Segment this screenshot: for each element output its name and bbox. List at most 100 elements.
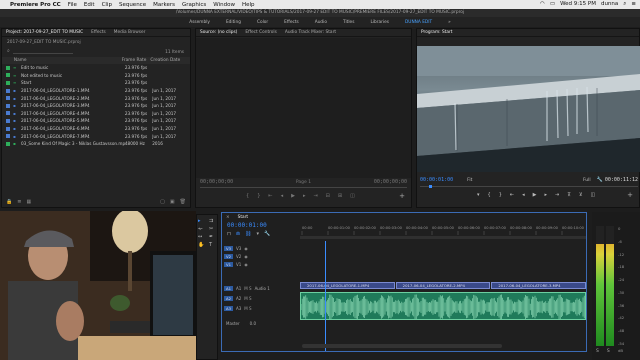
timeline-timecode[interactable]: 00:00:01:00 xyxy=(227,222,267,229)
master-volume[interactable]: 0.0 xyxy=(250,321,256,326)
mark-out-icon[interactable]: } xyxy=(257,193,260,199)
label-color-swatch[interactable] xyxy=(6,73,10,78)
menu-window[interactable]: Window xyxy=(213,2,235,8)
timeline-ruler[interactable]: 00:00 00:00:01:00 00:00:02:00 00:00:03:00 00… xyxy=(300,222,586,240)
type-tool-icon[interactable]: T xyxy=(209,242,218,248)
pen-tool-icon[interactable]: ✒ xyxy=(209,234,218,240)
track-target-toggle[interactable]: A1 xyxy=(224,286,234,291)
tab-sequence-start[interactable]: Start xyxy=(238,215,249,220)
insert-icon[interactable]: ⊟ xyxy=(326,193,330,199)
step-forward-icon[interactable]: ▸ xyxy=(303,193,306,199)
column-name[interactable]: Name xyxy=(14,58,122,63)
nest-icon[interactable]: ⊓ xyxy=(227,231,231,237)
step-back-icon[interactable]: ◂ xyxy=(522,192,525,198)
menu-list-icon[interactable]: ≡ xyxy=(631,1,636,8)
track-select-tool-icon[interactable]: ⇉ xyxy=(209,218,218,224)
project-list-item[interactable]: ▪ 2017-06-04_LEGOLATORE-5.MP4 23.976 fps Ju… xyxy=(2,117,190,125)
video-clip[interactable]: 2017-06-04_LEGOLATORE-3.MP4 xyxy=(491,282,587,289)
work-area-bar[interactable] xyxy=(300,236,586,239)
lock-icon[interactable]: 🔒 xyxy=(6,199,12,205)
label-color-swatch[interactable] xyxy=(6,88,10,93)
solo-right-button[interactable]: S xyxy=(607,349,610,354)
column-creation-date[interactable]: Creation Date xyxy=(150,58,190,63)
timeline-tracks-area[interactable]: 2017-06-04_LEGOLATORE-1.MP4 2017-06-04_L… xyxy=(300,241,587,351)
marker-icon[interactable]: ▾ xyxy=(477,192,480,198)
project-list-item[interactable]: ▪ 2017-06-04_LEGOLATORE-3.MP4 23.976 fps Ju… xyxy=(2,102,190,110)
search-icon[interactable]: ⌕ xyxy=(623,1,626,8)
lift-icon[interactable]: ⊼ xyxy=(567,192,571,198)
project-list-item[interactable]: ▪ 2017-06-04_LEGOLATORE-4.MP4 23.976 fps Ju… xyxy=(2,110,190,118)
project-search-input[interactable] xyxy=(12,49,73,54)
razor-tool-icon[interactable]: ✂ xyxy=(209,226,218,232)
program-video-frame[interactable] xyxy=(417,46,640,172)
selection-tool-icon[interactable]: ▸ xyxy=(198,218,207,224)
label-color-swatch[interactable] xyxy=(6,103,10,108)
battery-icon[interactable]: ▭ xyxy=(550,1,555,8)
project-list-item[interactable]: ≡ Edit to music 23.976 fps xyxy=(2,64,190,72)
solo-left-button[interactable]: S xyxy=(596,349,599,354)
workspace-editing[interactable]: Editing xyxy=(218,20,249,25)
slip-tool-icon[interactable]: ↔ xyxy=(198,234,207,240)
label-color-swatch[interactable] xyxy=(6,96,10,101)
icon-view-icon[interactable]: ▦ xyxy=(26,199,31,205)
video-clip[interactable]: 2017-06-04_LEGOLATORE-1.MP4 xyxy=(300,282,395,289)
mute-icon[interactable]: M S xyxy=(244,286,251,291)
trash-icon[interactable]: 🗑 xyxy=(180,199,186,205)
workspace-color[interactable]: Color xyxy=(249,20,276,25)
search-icon[interactable]: ⌕ xyxy=(7,48,10,54)
label-color-swatch[interactable] xyxy=(6,141,10,146)
label-color-swatch[interactable] xyxy=(6,134,10,139)
label-color-swatch[interactable] xyxy=(6,80,10,85)
track-target-toggle[interactable]: A3 xyxy=(224,306,234,311)
menubar-clock[interactable]: Wed 9:15 PM xyxy=(560,1,596,8)
workspace-effects[interactable]: Effects xyxy=(276,20,307,25)
new-item-icon[interactable]: ▣ xyxy=(170,199,175,205)
workspace-audio[interactable]: Audio xyxy=(307,20,335,25)
go-to-out-icon[interactable]: ⇥ xyxy=(313,193,317,199)
playhead-line[interactable] xyxy=(325,241,326,351)
add-button-icon[interactable]: + xyxy=(627,191,633,199)
extract-icon[interactable]: ⊻ xyxy=(579,192,583,198)
workspace-titles[interactable]: Titles xyxy=(335,20,362,25)
workspace-assembly[interactable]: Assembly xyxy=(181,20,218,25)
go-to-out-icon[interactable]: ⇥ xyxy=(555,192,559,198)
eye-icon[interactable]: ◉ xyxy=(244,262,248,267)
tab-source[interactable]: Source: (no clips) xyxy=(200,30,237,35)
tab-effects[interactable]: Effects xyxy=(91,30,106,35)
mute-icon[interactable]: M S xyxy=(244,296,251,301)
label-color-swatch[interactable] xyxy=(6,111,10,116)
wrench-icon[interactable]: 🔧 xyxy=(264,231,270,237)
track-target-toggle[interactable]: V2 xyxy=(224,253,234,259)
wifi-icon[interactable]: ◠ xyxy=(540,1,545,8)
snap-icon[interactable]: ⋒ xyxy=(236,231,240,237)
menu-file[interactable]: File xyxy=(68,2,77,8)
export-frame-icon[interactable]: ◫ xyxy=(591,192,596,198)
wrench-icon[interactable]: 🔧 xyxy=(597,177,603,183)
tab-project[interactable]: Project: 2017-09-27_EDIT TO MUSIC xyxy=(6,30,83,35)
workspace-libraries[interactable]: Libraries xyxy=(362,20,397,25)
menu-edit[interactable]: Edit xyxy=(84,2,95,8)
mute-icon[interactable]: M S xyxy=(244,306,251,311)
column-frame-rate[interactable]: Frame Rate xyxy=(122,58,151,63)
close-icon[interactable]: × xyxy=(226,215,230,220)
mark-in-icon[interactable]: { xyxy=(246,193,249,199)
add-button-icon[interactable]: + xyxy=(399,192,405,200)
add-marker-icon[interactable]: ▾ xyxy=(256,231,259,237)
tab-program[interactable]: Program: Start xyxy=(421,30,452,35)
source-scrub-bar[interactable] xyxy=(200,187,407,188)
export-frame-icon[interactable]: ◫ xyxy=(350,193,355,199)
tab-media-browser[interactable]: Media Browser xyxy=(114,30,146,35)
linked-selection-icon[interactable]: ⛓ xyxy=(245,231,251,237)
list-view-icon[interactable]: ≣ xyxy=(17,199,21,205)
step-forward-icon[interactable]: ▸ xyxy=(544,192,547,198)
mark-out-icon[interactable]: } xyxy=(499,192,502,198)
label-color-swatch[interactable] xyxy=(6,126,10,131)
program-timecode[interactable]: 00:00:01:00 xyxy=(420,177,453,183)
program-playhead[interactable] xyxy=(429,185,432,188)
source-page-select[interactable]: Page 1 xyxy=(296,180,311,185)
mark-in-icon[interactable]: { xyxy=(488,192,491,198)
overwrite-icon[interactable]: ⊞ xyxy=(338,193,342,199)
project-list-item[interactable]: ≡ Not edited to music 23.976 fps xyxy=(2,72,190,80)
project-list-item[interactable]: ▪ 03_Some Kind Of Magic 3 - Niklas Gustav… xyxy=(2,140,190,148)
track-target-toggle[interactable]: A2 xyxy=(224,296,234,301)
